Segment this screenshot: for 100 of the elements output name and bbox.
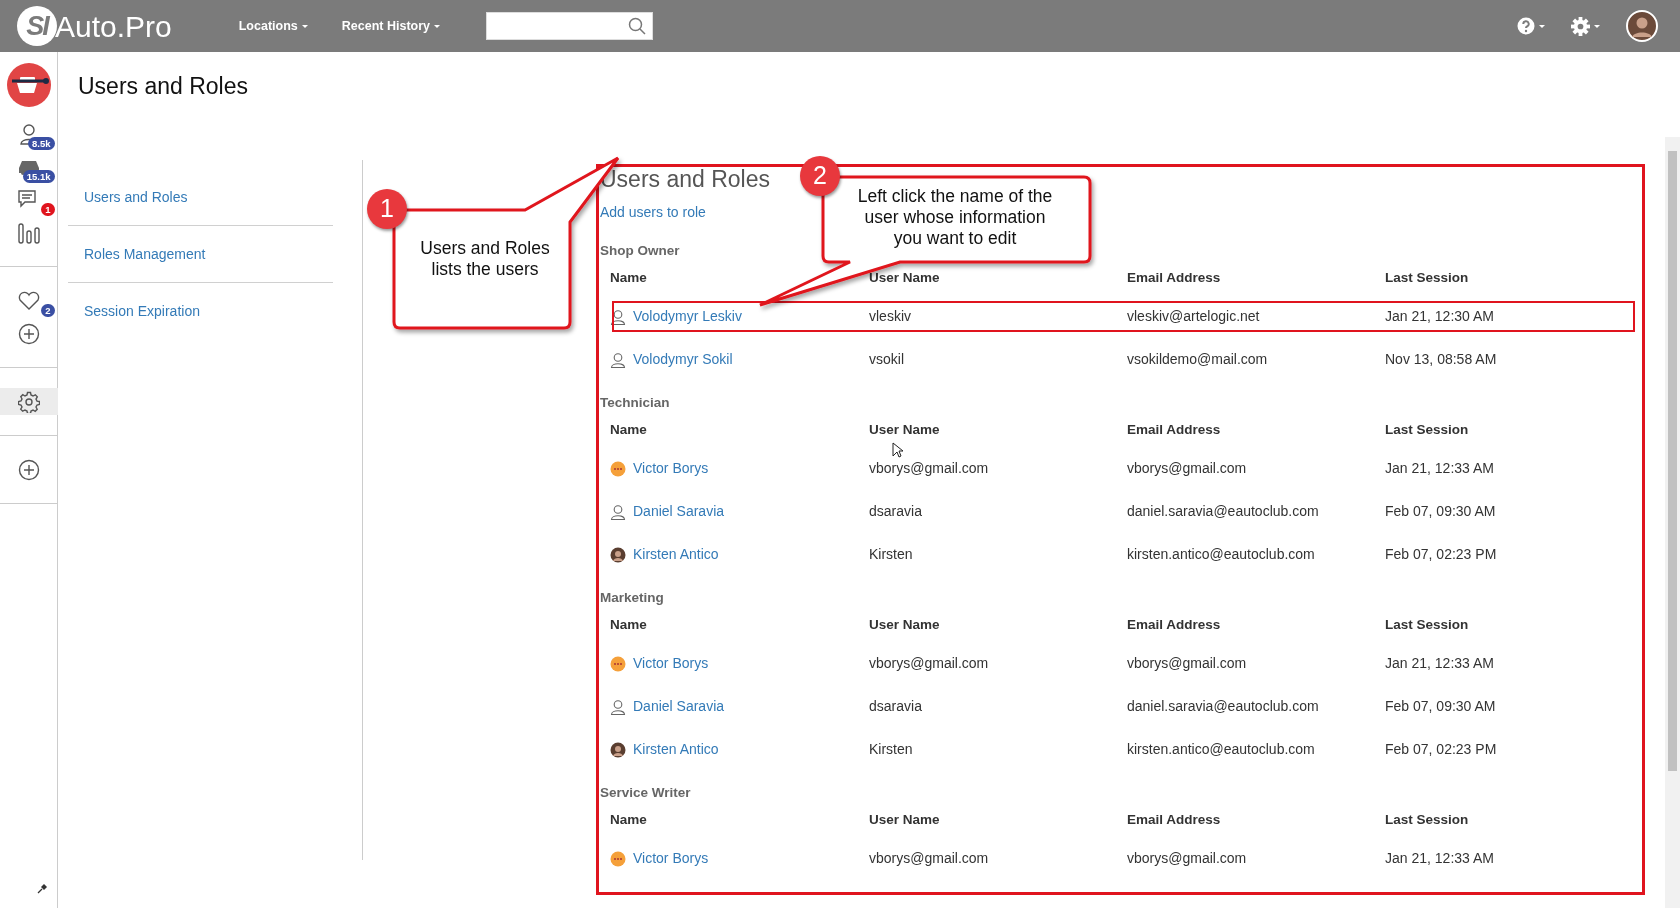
table-cell-text: kirsten.antico@eautoclub.com — [1126, 545, 1316, 564]
user-nav-button[interactable]: 8.5k — [0, 120, 58, 147]
settings-icon — [1571, 16, 1590, 36]
nav-link[interactable]: Roles Management — [68, 226, 333, 283]
user-link[interactable]: Kirsten Antico — [633, 739, 719, 760]
add-link[interactable]: Add users to role — [600, 202, 706, 223]
table-cell-text: vleskiv@artelogic.net — [1126, 307, 1261, 326]
role-heading: Marketing — [600, 589, 664, 607]
column-header: Email Address — [1126, 810, 1222, 829]
column-header: Last Session — [1384, 615, 1470, 634]
heart-icon — [17, 290, 40, 311]
add-icon — [17, 458, 40, 481]
column-header: User Name — [868, 420, 941, 439]
column-header: Email Address — [1126, 268, 1222, 287]
table-cell-text: Feb 07, 09:30 AM — [1384, 697, 1497, 716]
count-badge: 8.5k — [28, 137, 55, 150]
avatar[interactable] — [1626, 10, 1658, 42]
count-badge: 1 — [41, 203, 55, 216]
count-badge: 15.1k — [22, 170, 55, 183]
nav-link[interactable]: Users and Roles — [68, 169, 333, 226]
user-link[interactable]: Victor Borys — [633, 458, 709, 479]
heart-nav-button[interactable]: 2 — [0, 287, 58, 314]
table-cell-text: Jan 21, 12:33 AM — [1384, 849, 1495, 868]
help-icon — [1517, 17, 1535, 35]
table-cell-text: vsokildemo@mail.com — [1126, 350, 1269, 369]
settings-icon — [17, 390, 40, 413]
table-cell-text: Feb 07, 02:23 PM — [1384, 740, 1498, 759]
table-cell-text: vleskiv — [868, 307, 912, 326]
column-header: Email Address — [1126, 420, 1222, 439]
table-cell-text: Kirsten — [868, 740, 914, 759]
avatar — [610, 460, 626, 477]
user-link[interactable]: Volodymyr Leskiv — [633, 306, 742, 327]
table-cell-text: Jan 21, 12:33 AM — [1384, 654, 1495, 673]
count-badge: 2 — [41, 304, 55, 317]
role-heading: Shop Owner — [600, 242, 680, 260]
table-cell-text: Jan 21, 12:30 AM — [1384, 307, 1495, 326]
caret-icon — [434, 24, 440, 28]
add-icon — [17, 322, 40, 345]
bar-chart-icon — [16, 221, 41, 244]
table-cell-text: Nov 13, 08:58 AM — [1384, 350, 1498, 369]
search-icon — [628, 17, 646, 35]
car-nav-button[interactable]: 15.1k — [0, 153, 58, 180]
table-cell-text: Feb 07, 02:23 PM — [1384, 545, 1498, 564]
column-header: Name — [609, 420, 648, 439]
logo-icon — [5, 62, 52, 108]
column-header: User Name — [868, 268, 941, 287]
step-number: 1 — [367, 189, 407, 229]
avatar — [610, 655, 626, 672]
user-link[interactable]: Victor Borys — [633, 653, 709, 674]
settings-menu[interactable] — [1571, 16, 1600, 36]
table-cell-text: vborys@gmail.com — [868, 654, 990, 673]
table-cell-text: dsaravia — [868, 697, 923, 716]
user-link[interactable]: Daniel Saravia — [633, 501, 725, 522]
caret-icon — [301, 24, 308, 28]
column-header: Name — [609, 615, 648, 634]
table-cell-text: vborys@gmail.com — [1126, 849, 1248, 868]
avatar — [610, 503, 626, 520]
nav-link[interactable]: Session Expiration — [68, 283, 333, 340]
column-header: Name — [609, 268, 648, 287]
scrollbar[interactable] — [1665, 137, 1680, 908]
settings-nav-button[interactable] — [0, 388, 58, 415]
cursor-icon — [892, 442, 904, 458]
avatar — [610, 850, 626, 867]
table-cell-text: vsokil — [868, 350, 905, 369]
table-cell-text: vborys@gmail.com — [1126, 459, 1248, 478]
caret-icon — [1594, 24, 1600, 28]
callout-text: Users and Roles lists the users — [419, 238, 551, 280]
column-header: Last Session — [1384, 268, 1470, 287]
column-header: Email Address — [1126, 615, 1222, 634]
avatar — [610, 741, 626, 758]
menu-button[interactable]: Recent History — [341, 16, 440, 36]
user-link[interactable]: Volodymyr Sokil — [633, 349, 733, 370]
avatar — [610, 546, 626, 563]
table-cell-text: vborys@gmail.com — [868, 849, 990, 868]
table-cell-text: Feb 07, 09:30 AM — [1384, 502, 1497, 521]
pin-icon[interactable] — [37, 882, 49, 894]
user-link[interactable]: Kirsten Antico — [633, 544, 719, 565]
avatar — [610, 351, 626, 368]
table-cell-text: daniel.saravia@eautoclub.com — [1126, 697, 1320, 716]
table-cell-text: daniel.saravia@eautoclub.com — [1126, 502, 1320, 521]
column-header: Last Session — [1384, 420, 1470, 439]
column-header: User Name — [868, 615, 941, 634]
step-number: 2 — [800, 156, 840, 196]
menu-button[interactable]: Locations — [238, 16, 308, 36]
table-cell-text: Kirsten — [868, 545, 914, 564]
table-cell-text: Jan 21, 12:33 AM — [1384, 459, 1495, 478]
avatar — [610, 308, 626, 325]
user-link[interactable]: Daniel Saravia — [633, 696, 725, 717]
table-cell-text: dsaravia — [868, 502, 923, 521]
caret-icon — [1539, 24, 1545, 28]
page-title: Users and Roles — [78, 72, 250, 101]
column-header: Last Session — [1384, 810, 1470, 829]
user-link[interactable]: Victor Borys — [633, 848, 709, 869]
table-cell-text: kirsten.antico@eautoclub.com — [1126, 740, 1316, 759]
chat-nav-button[interactable]: 1 — [0, 186, 58, 213]
search-field[interactable] — [486, 12, 653, 40]
logo-text: Auto.Pro — [55, 8, 172, 45]
column-header: User Name — [868, 810, 941, 829]
help-menu[interactable] — [1517, 17, 1545, 35]
table-cell-text: vborys@gmail.com — [1126, 654, 1248, 673]
